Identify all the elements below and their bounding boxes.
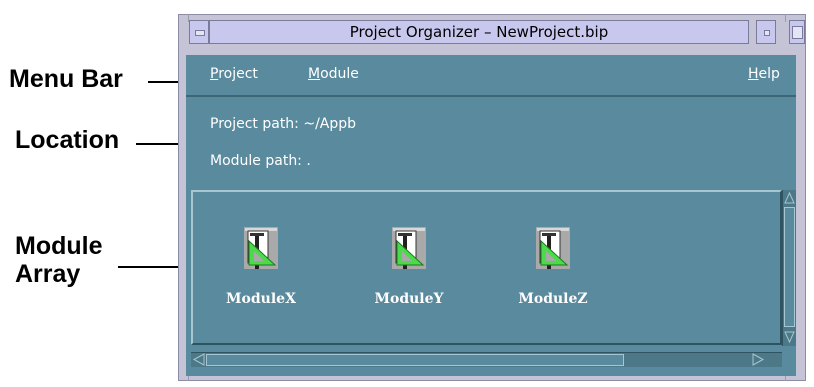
horizontal-scroll-thumb[interactable]: [206, 354, 624, 366]
scroll-left-arrow-icon[interactable]: [192, 353, 206, 366]
project-path-value: ~/Appb: [303, 116, 357, 132]
menu-module-label: odule: [320, 66, 359, 82]
module-label: ModuleY: [374, 291, 444, 307]
menu-help-label: elp: [758, 66, 780, 82]
callout-location-line: [136, 143, 178, 145]
menu-help-mnemonic: H: [748, 66, 759, 82]
scroll-up-arrow-icon[interactable]: [784, 191, 795, 205]
menu-project-mnemonic: P: [210, 66, 219, 82]
maximize-button[interactable]: [789, 20, 805, 44]
window-client-area: Project Module Help Project path: ~/Appb…: [186, 55, 796, 376]
project-path-label: Project path:: [210, 116, 299, 132]
menu-project[interactable]: Project: [210, 66, 258, 82]
module-item-moduley[interactable]: ModuleY: [354, 227, 464, 322]
window-menu-icon: [195, 30, 205, 36]
window-titlebar[interactable]: Project Organizer – NewProject.bip: [209, 20, 749, 44]
callout-menu-bar-line: [148, 81, 178, 83]
module-icon: [536, 227, 570, 269]
module-label: ModuleX: [226, 291, 296, 307]
callout-module-array-line2: Array: [15, 260, 81, 288]
callout-module-array-line1: Module: [15, 232, 103, 260]
module-path-label: Module path:: [210, 153, 302, 169]
module-icon: [392, 227, 426, 269]
menu-project-label: roject: [218, 66, 258, 82]
module-label: ModuleZ: [518, 291, 588, 307]
frame-corner-mark: [785, 14, 786, 22]
scroll-right-arrow-icon[interactable]: [751, 353, 765, 366]
scroll-down-arrow-icon[interactable]: [784, 330, 795, 344]
module-array[interactable]: ModuleX ModuleY ModuleZ: [191, 190, 782, 345]
minimize-icon: [764, 30, 770, 36]
callout-menu-bar: Menu Bar: [9, 65, 123, 93]
module-icon: [244, 227, 278, 269]
window-title: Project Organizer – NewProject.bip: [349, 23, 609, 41]
module-path-row: Module path: .: [210, 153, 311, 169]
module-item-modulez[interactable]: ModuleZ: [498, 227, 608, 322]
module-item-modulex[interactable]: ModuleX: [206, 227, 316, 322]
minimize-button[interactable]: [756, 20, 776, 44]
menu-module[interactable]: Module: [308, 66, 359, 82]
maximize-icon: [792, 26, 803, 39]
project-path-row: Project path: ~/Appb: [210, 116, 356, 132]
callout-location: Location: [15, 126, 120, 154]
menu-help[interactable]: Help: [748, 66, 780, 82]
callout-module-array: Module Array: [15, 232, 103, 288]
vertical-scroll-thumb[interactable]: [784, 207, 795, 327]
vertical-scrollbar[interactable]: [782, 190, 796, 346]
horizontal-scrollbar[interactable]: [191, 352, 782, 367]
menu-bar: Project Module Help: [186, 55, 796, 97]
module-path-value: .: [306, 153, 311, 169]
menu-module-mnemonic: M: [308, 66, 321, 82]
window-menu-button[interactable]: [189, 20, 209, 44]
